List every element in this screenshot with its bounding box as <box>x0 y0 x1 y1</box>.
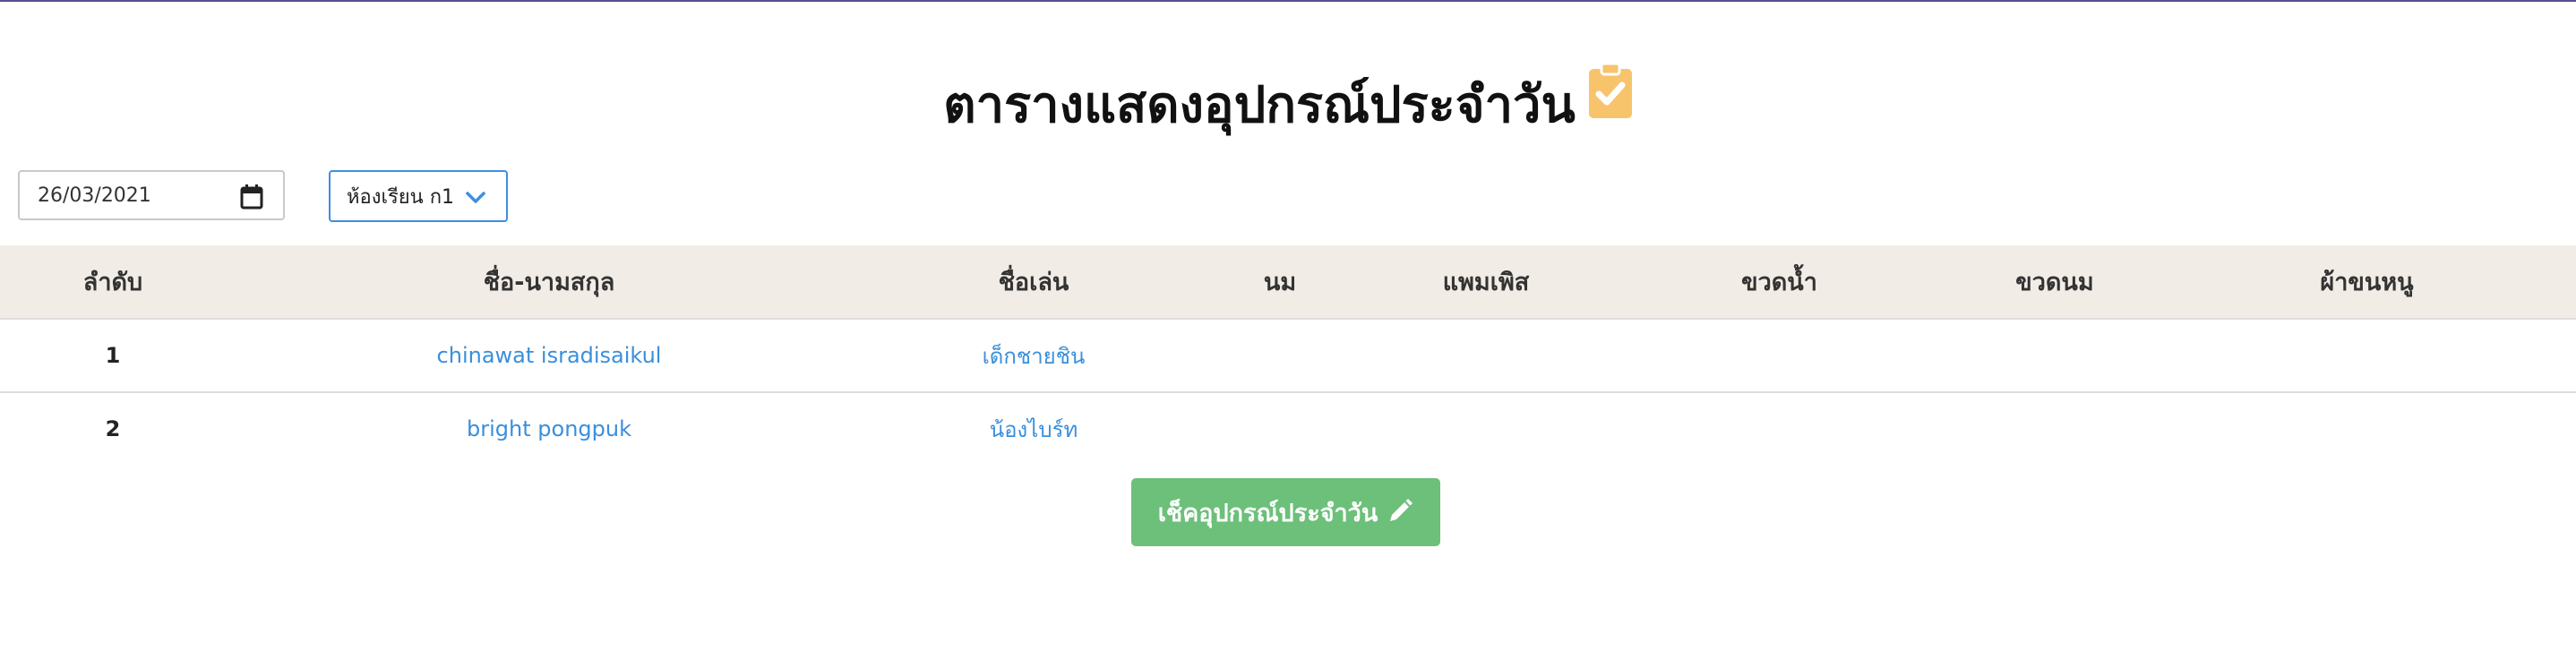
header-milk: นม <box>1195 245 1365 320</box>
cell-water-bottle <box>1607 392 1952 465</box>
cell-milk-bottle <box>1952 319 2158 393</box>
cell-towel <box>2158 319 2576 393</box>
table-row: 2 bright pongpuk น้องไบร์ท <box>0 392 2576 465</box>
page-title-text: ตารางแสดงอุปกรณ์ประจำวัน <box>943 76 1576 134</box>
daily-check-button[interactable]: เช็คอุปกรณ์ประจำวัน <box>1131 478 1440 546</box>
top-border <box>0 0 2576 2</box>
header-order: ลำดับ <box>0 245 226 320</box>
classroom-select-value: ห้องเรียน ก1 <box>347 185 455 209</box>
header-water-bottle: ขวดน้ำ <box>1607 245 1952 320</box>
student-nickname-link[interactable]: น้องไบร์ท <box>872 392 1195 465</box>
equipment-table: ลำดับ ชื่อ-นามสกุล ชื่อเล่น นม แพมเพิส ข… <box>0 245 2576 465</box>
row-number: 2 <box>105 416 121 441</box>
header-milk-bottle: ขวดนม <box>1952 245 2158 320</box>
student-fullname-link[interactable]: bright pongpuk <box>226 392 872 465</box>
date-input[interactable]: 26/03/2021 <box>18 170 285 220</box>
classroom-select[interactable]: ห้องเรียน ก1 <box>329 170 508 222</box>
cell-diaper <box>1365 319 1607 393</box>
student-fullname-link[interactable]: chinawat isradisaikul <box>226 319 872 393</box>
pencil-icon <box>1387 498 1413 531</box>
cell-milk <box>1195 392 1365 465</box>
chevron-down-icon <box>465 188 486 210</box>
row-number: 1 <box>0 319 226 393</box>
cell-towel <box>2158 392 2576 465</box>
cell-milk <box>1195 319 1365 393</box>
header-fullname: ชื่อ-นามสกุล <box>226 245 872 320</box>
table-row: 1 chinawat isradisaikul เด็กชายชิน <box>0 319 2576 393</box>
cell-milk-bottle <box>1952 392 2158 465</box>
student-nickname-link[interactable]: เด็กชายชิน <box>872 319 1195 393</box>
daily-check-button-label: เช็คอุปกรณ์ประจำวัน <box>1157 499 1378 527</box>
date-value: 26/03/2021 <box>38 184 151 207</box>
header-nickname: ชื่อเล่น <box>872 245 1195 320</box>
header-diaper: แพมเพิส <box>1365 245 1607 320</box>
table-header-row: ลำดับ ชื่อ-นามสกุล ชื่อเล่น นม แพมเพิส ข… <box>0 245 2576 320</box>
page-title: ตารางแสดงอุปกรณ์ประจำวัน <box>0 60 2576 151</box>
clipboard-check-icon <box>1588 60 1633 146</box>
header-towel: ผ้าขนหนู <box>2158 245 2576 320</box>
cell-diaper <box>1365 392 1607 465</box>
cell-water-bottle <box>1607 319 1952 393</box>
calendar-icon[interactable] <box>240 184 263 215</box>
